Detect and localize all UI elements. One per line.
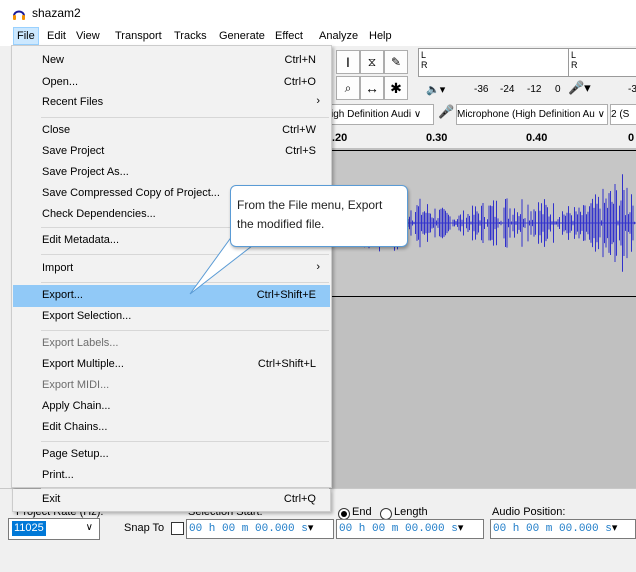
toolbar-area: I ⧖ ✎ ⌕ ↔ ✱ L R L R 🔈▾ -36 -24 -12 0 🎤▾ …: [330, 46, 636, 126]
ruler-tick: .20: [332, 132, 348, 144]
speaker-icon[interactable]: 🔈▾: [426, 83, 445, 96]
menu-item-export[interactable]: Export... Ctrl+Shift+E: [13, 285, 330, 307]
menu-item-recent-files[interactable]: Recent Files ›: [13, 92, 330, 114]
end-radio-label: End: [352, 506, 372, 518]
ruler-tick: 0: [628, 132, 635, 144]
menu-file[interactable]: File: [13, 27, 39, 45]
menu-separator: [41, 330, 329, 331]
menu-separator: [41, 441, 329, 442]
file-menu-dropdown: New Ctrl+N Open... Ctrl+O Recent Files › Cl…: [11, 45, 332, 489]
multi-tool-icon[interactable]: ✱: [384, 76, 408, 100]
meter-scale-12: -12: [527, 84, 542, 95]
menu-transport[interactable]: Transport: [112, 28, 165, 44]
menu-item-page-setup[interactable]: Page Setup...: [13, 444, 330, 466]
microphone-icon[interactable]: 🎤▾: [568, 80, 591, 96]
channels-select[interactable]: 2 (S: [610, 104, 636, 125]
draw-tool-icon[interactable]: ✎: [384, 50, 408, 74]
menu-tracks[interactable]: Tracks: [171, 28, 210, 44]
menu-item-apply-chain[interactable]: Apply Chain...: [13, 396, 330, 418]
length-radio-label: Length: [394, 506, 428, 518]
instruction-callout: From the File menu, Export the modified …: [230, 185, 408, 247]
meter-scale-36: -36: [474, 84, 489, 95]
menu-item-export-labels: Export Labels...: [42, 337, 119, 349]
window-title: shazam2: [32, 6, 81, 20]
menu-item-exit[interactable]: Exit Ctrl+Q: [12, 489, 331, 512]
selection-tool-icon[interactable]: I: [336, 50, 360, 74]
audio-position-label: Audio Position:: [492, 506, 566, 518]
selection-start-field[interactable]: 00 h 00 m 00.000 s▾: [186, 519, 334, 539]
menu-item-print[interactable]: Print...: [13, 465, 330, 487]
title-bar: [0, 0, 636, 26]
playback-meter-right: R: [418, 60, 570, 77]
chevron-right-icon: ›: [316, 261, 320, 273]
envelope-tool-icon[interactable]: ⧖: [360, 50, 384, 74]
menu-item-save-project-as[interactable]: Save Project As...: [13, 162, 330, 184]
ruler-tick: 0.30: [426, 132, 448, 144]
ruler-tick: 0.40: [526, 132, 548, 144]
menu-item-export-selection[interactable]: Export Selection...: [13, 306, 330, 328]
zoom-tool-icon[interactable]: ⌕: [336, 76, 360, 100]
record-meter-right: R: [568, 60, 636, 77]
menu-item-export-multiple[interactable]: Export Multiple... Ctrl+Shift+L: [13, 354, 330, 376]
selection-end-field[interactable]: 00 h 00 m 00.000 s▾: [336, 519, 484, 539]
menu-item-export-midi: Export MIDI...: [42, 379, 110, 391]
menu-effect[interactable]: Effect: [272, 28, 306, 44]
chevron-down-icon: ∨: [85, 522, 93, 533]
snap-to-checkbox[interactable]: [171, 522, 184, 535]
menu-item-import[interactable]: Import ›: [13, 258, 330, 280]
callout-text: From the File menu, Export the modified …: [237, 198, 383, 231]
project-rate-select[interactable]: 11025 ∨: [8, 518, 100, 540]
menu-separator: [41, 117, 329, 118]
host-device-select[interactable]: igh Definition Audi ∨: [330, 104, 434, 125]
menu-item-close[interactable]: Close Ctrl+W: [13, 120, 330, 142]
chevron-right-icon: ›: [316, 95, 320, 107]
meter-scale-cut: -3: [628, 84, 636, 95]
menu-item-save-project[interactable]: Save Project Ctrl+S: [13, 141, 330, 163]
meter-scale-24: -24: [500, 84, 515, 95]
menu-item-edit-chains[interactable]: Edit Chains...: [13, 417, 330, 439]
menu-edit[interactable]: Edit: [44, 28, 69, 44]
snap-to-label: Snap To: [124, 522, 165, 534]
project-rate-value: 11025: [12, 521, 46, 536]
menu-analyze[interactable]: Analyze: [316, 28, 361, 44]
audio-position-field[interactable]: 00 h 00 m 00.000 s▾: [490, 519, 636, 539]
menu-view[interactable]: View: [73, 28, 103, 44]
menu-item-new[interactable]: New Ctrl+N: [13, 50, 330, 72]
timeline-ruler[interactable]: .20 0.30 0.40 0: [330, 126, 636, 149]
menu-item-open[interactable]: Open... Ctrl+O: [13, 72, 330, 94]
menu-help[interactable]: Help: [366, 28, 395, 44]
timeshift-tool-icon[interactable]: ↔: [360, 76, 384, 100]
microphone-device-icon: 🎤: [438, 104, 455, 119]
audacity-logo-icon: [13, 10, 25, 20]
meter-scale-0: 0: [555, 84, 561, 95]
recording-device-select[interactable]: Microphone (High Definition Au ∨: [456, 104, 608, 125]
menu-generate[interactable]: Generate: [216, 28, 268, 44]
